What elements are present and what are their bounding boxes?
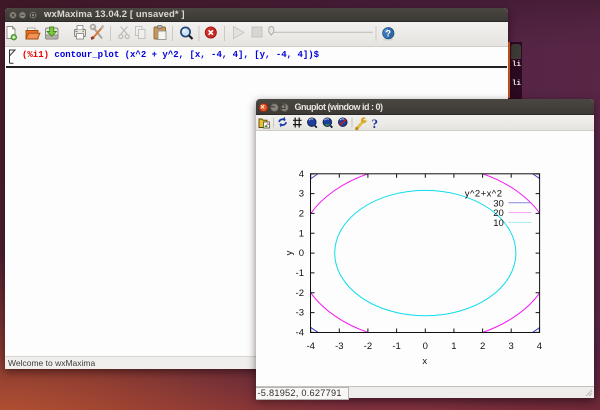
svg-text:2: 2 xyxy=(480,341,485,352)
svg-text:1: 1 xyxy=(451,341,456,352)
svg-text:x: x xyxy=(422,356,427,367)
svg-text:4: 4 xyxy=(537,341,542,352)
svg-text:y: y xyxy=(284,250,295,255)
svg-text:10: 10 xyxy=(493,218,504,229)
svg-text:-1: -1 xyxy=(296,268,304,279)
svg-text:4: 4 xyxy=(299,169,304,180)
svg-text:3: 3 xyxy=(299,189,304,200)
svg-text:?: ? xyxy=(386,29,392,39)
svg-text:2: 2 xyxy=(299,208,304,219)
svg-text:-4: -4 xyxy=(306,341,314,352)
svg-text:-2: -2 xyxy=(296,288,304,299)
svg-text:-2: -2 xyxy=(364,341,372,352)
svg-text:1: 1 xyxy=(299,228,304,239)
svg-text:3: 3 xyxy=(509,341,514,352)
svg-text:0: 0 xyxy=(299,248,304,259)
svg-text:?: ? xyxy=(372,116,379,131)
svg-text:-4: -4 xyxy=(296,327,304,338)
svg-text:-1: -1 xyxy=(392,341,400,352)
svg-text:-3: -3 xyxy=(296,308,304,319)
svg-text:0: 0 xyxy=(423,341,428,352)
svg-text:-3: -3 xyxy=(335,341,343,352)
